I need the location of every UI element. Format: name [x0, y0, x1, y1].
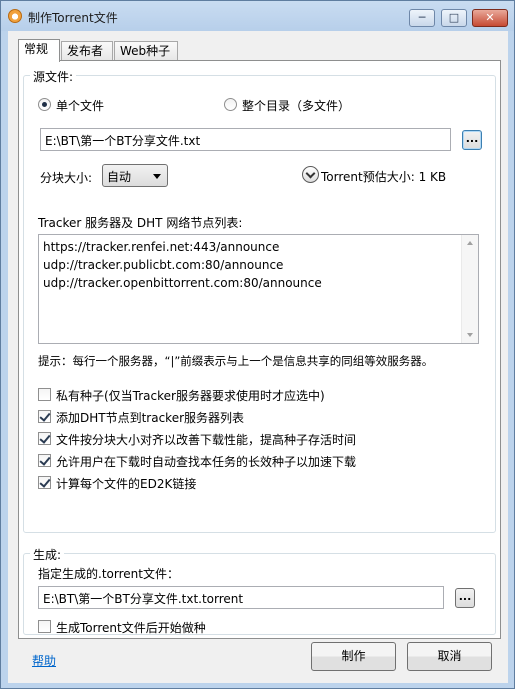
tab-web-seeds[interactable]: Web种子: [114, 41, 178, 61]
seed-after-checkbox[interactable]: [38, 620, 51, 633]
window-title: 制作Torrent文件: [28, 11, 118, 25]
dialog-client: 常规 发布者 Web种子 源文件: 单个文件 整个目录（多文件） E:\BT\第…: [8, 31, 508, 683]
private-torrent-label[interactable]: 私有种子(仅当Tracker服务器要求使用时才应选中): [56, 387, 325, 404]
maximize-button[interactable]: □: [441, 9, 467, 27]
make-torrent-dialog: 制作Torrent文件 ─ □ ✕ 常规 发布者 Web种子 源文件: 单个文件…: [0, 0, 515, 689]
tracker-line: udp://tracker.openbittorrent.com:80/anno…: [43, 276, 322, 290]
scroll-down-icon[interactable]: [467, 333, 473, 337]
help-link[interactable]: 帮助: [32, 652, 56, 669]
private-torrent-checkbox[interactable]: [38, 388, 51, 401]
app-logo-icon: [8, 9, 22, 23]
chevron-down-icon: [153, 174, 161, 179]
scroll-up-icon[interactable]: [467, 241, 473, 245]
output-browse-button[interactable]: ...: [455, 588, 475, 608]
output-field-label: 指定生成的.torrent文件：: [38, 567, 179, 581]
add-dht-checkbox[interactable]: [38, 410, 51, 423]
align-pieces-label[interactable]: 文件按分块大小对齐以改善下载性能，提高种子存活时间: [56, 431, 356, 448]
find-long-seeds-checkbox[interactable]: [38, 454, 51, 467]
ed2k-links-checkbox[interactable]: [38, 476, 51, 489]
tracker-list-textarea[interactable]: https://tracker.renfei.net:443/announce …: [38, 234, 479, 344]
minimize-button[interactable]: ─: [409, 9, 435, 27]
tracker-hint-text: 提示：每行一个服务器，“|”前缀表示与上一个是信息共享的同组等效服务器。: [38, 354, 434, 368]
output-group-label: 生成:: [30, 546, 65, 563]
output-group: 生成: 指定生成的.torrent文件： E:\BT\第一个BT分享文件.txt…: [23, 546, 496, 636]
single-file-radio[interactable]: [38, 98, 51, 111]
source-group-label: 源文件:: [30, 68, 77, 85]
cancel-button[interactable]: 取消: [407, 642, 492, 671]
find-long-seeds-label[interactable]: 允许用户在下载时自动查找本任务的长效种子以加速下载: [56, 453, 356, 470]
tab-general[interactable]: 常规: [18, 39, 60, 62]
output-path-input[interactable]: E:\BT\第一个BT分享文件.txt.torrent: [38, 586, 444, 609]
general-tab-panel: 源文件: 单个文件 整个目录（多文件） E:\BT\第一个BT分享文件.txt …: [18, 60, 501, 639]
seed-after-label[interactable]: 生成Torrent文件后开始做种: [56, 619, 206, 636]
source-browse-button[interactable]: ...: [462, 130, 482, 150]
expand-chevron-icon[interactable]: [302, 166, 319, 183]
tracker-line: https://tracker.renfei.net:443/announce: [43, 240, 280, 254]
tracker-list-label: Tracker 服务器及 DHT 网络节点列表:: [38, 216, 243, 230]
source-group: 源文件: 单个文件 整个目录（多文件） E:\BT\第一个BT分享文件.txt …: [23, 68, 496, 533]
piece-size-select[interactable]: 自动: [102, 164, 168, 187]
whole-directory-radio[interactable]: [224, 98, 237, 111]
piece-size-label: 分块大小:: [40, 171, 93, 185]
create-button[interactable]: 制作: [311, 642, 396, 671]
tab-publisher[interactable]: 发布者: [61, 41, 113, 61]
single-file-label[interactable]: 单个文件: [56, 97, 104, 114]
close-button[interactable]: ✕: [472, 9, 508, 27]
add-dht-label[interactable]: 添加DHT节点到tracker服务器列表: [56, 409, 244, 426]
piece-size-value: 自动: [107, 170, 132, 184]
tracker-line: udp://tracker.publicbt.com:80/announce: [43, 258, 284, 272]
title-bar[interactable]: 制作Torrent文件 ─ □ ✕: [1, 1, 514, 31]
whole-directory-label[interactable]: 整个目录（多文件）: [242, 97, 350, 114]
align-pieces-checkbox[interactable]: [38, 432, 51, 445]
tracker-scrollbar[interactable]: [461, 235, 478, 343]
torrent-estimate-label: Torrent预估大小: 1 KB: [321, 170, 447, 184]
source-path-input[interactable]: E:\BT\第一个BT分享文件.txt: [40, 128, 451, 151]
ed2k-links-label[interactable]: 计算每个文件的ED2K链接: [56, 475, 196, 492]
